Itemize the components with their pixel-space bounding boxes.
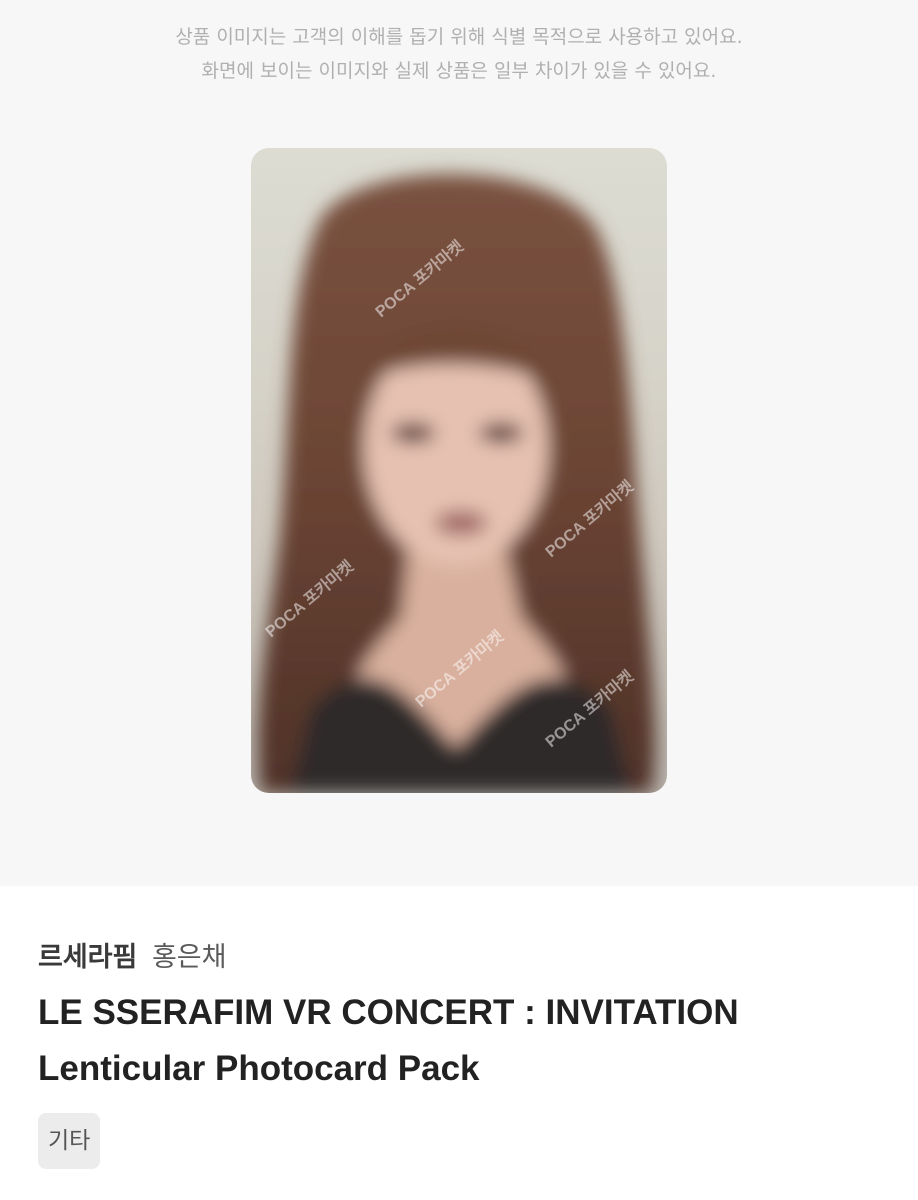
product-image-area: 상품 이미지는 고객의 이해를 돕기 위해 식별 목적으로 사용하고 있어요. … [0,0,918,886]
image-notice: 상품 이미지는 고객의 이해를 돕기 위해 식별 목적으로 사용하고 있어요. … [0,20,918,88]
product-artist: 르세라핌 홍은채 [38,938,227,978]
product-title-line-1: LE SSERAFIM VR CONCERT : INVITATION [38,993,739,1032]
notice-line-1: 상품 이미지는 고객의 이해를 돕기 위해 식별 목적으로 사용하고 있어요. [175,26,743,48]
product-title: LE SSERAFIM VR CONCERT : INVITATION Lent… [38,985,888,1097]
photocard-illustration: POCA 포카마켓 POCA 포카마켓 POCA 포카마켓 POCA 포카마켓 … [258,174,656,793]
artist-group[interactable]: 르세라핌 [38,942,137,973]
photocard-image[interactable]: POCA 포카마켓 POCA 포카마켓 POCA 포카마켓 POCA 포카마켓 … [251,148,667,793]
artist-member: 홍은채 [151,942,227,973]
category-tag[interactable]: 기타 [38,1113,101,1169]
notice-line-2: 화면에 보이는 이미지와 실제 상품은 일부 차이가 있을 수 있어요. [201,60,717,82]
product-title-line-2: Lenticular Photocard Pack [38,1049,480,1088]
